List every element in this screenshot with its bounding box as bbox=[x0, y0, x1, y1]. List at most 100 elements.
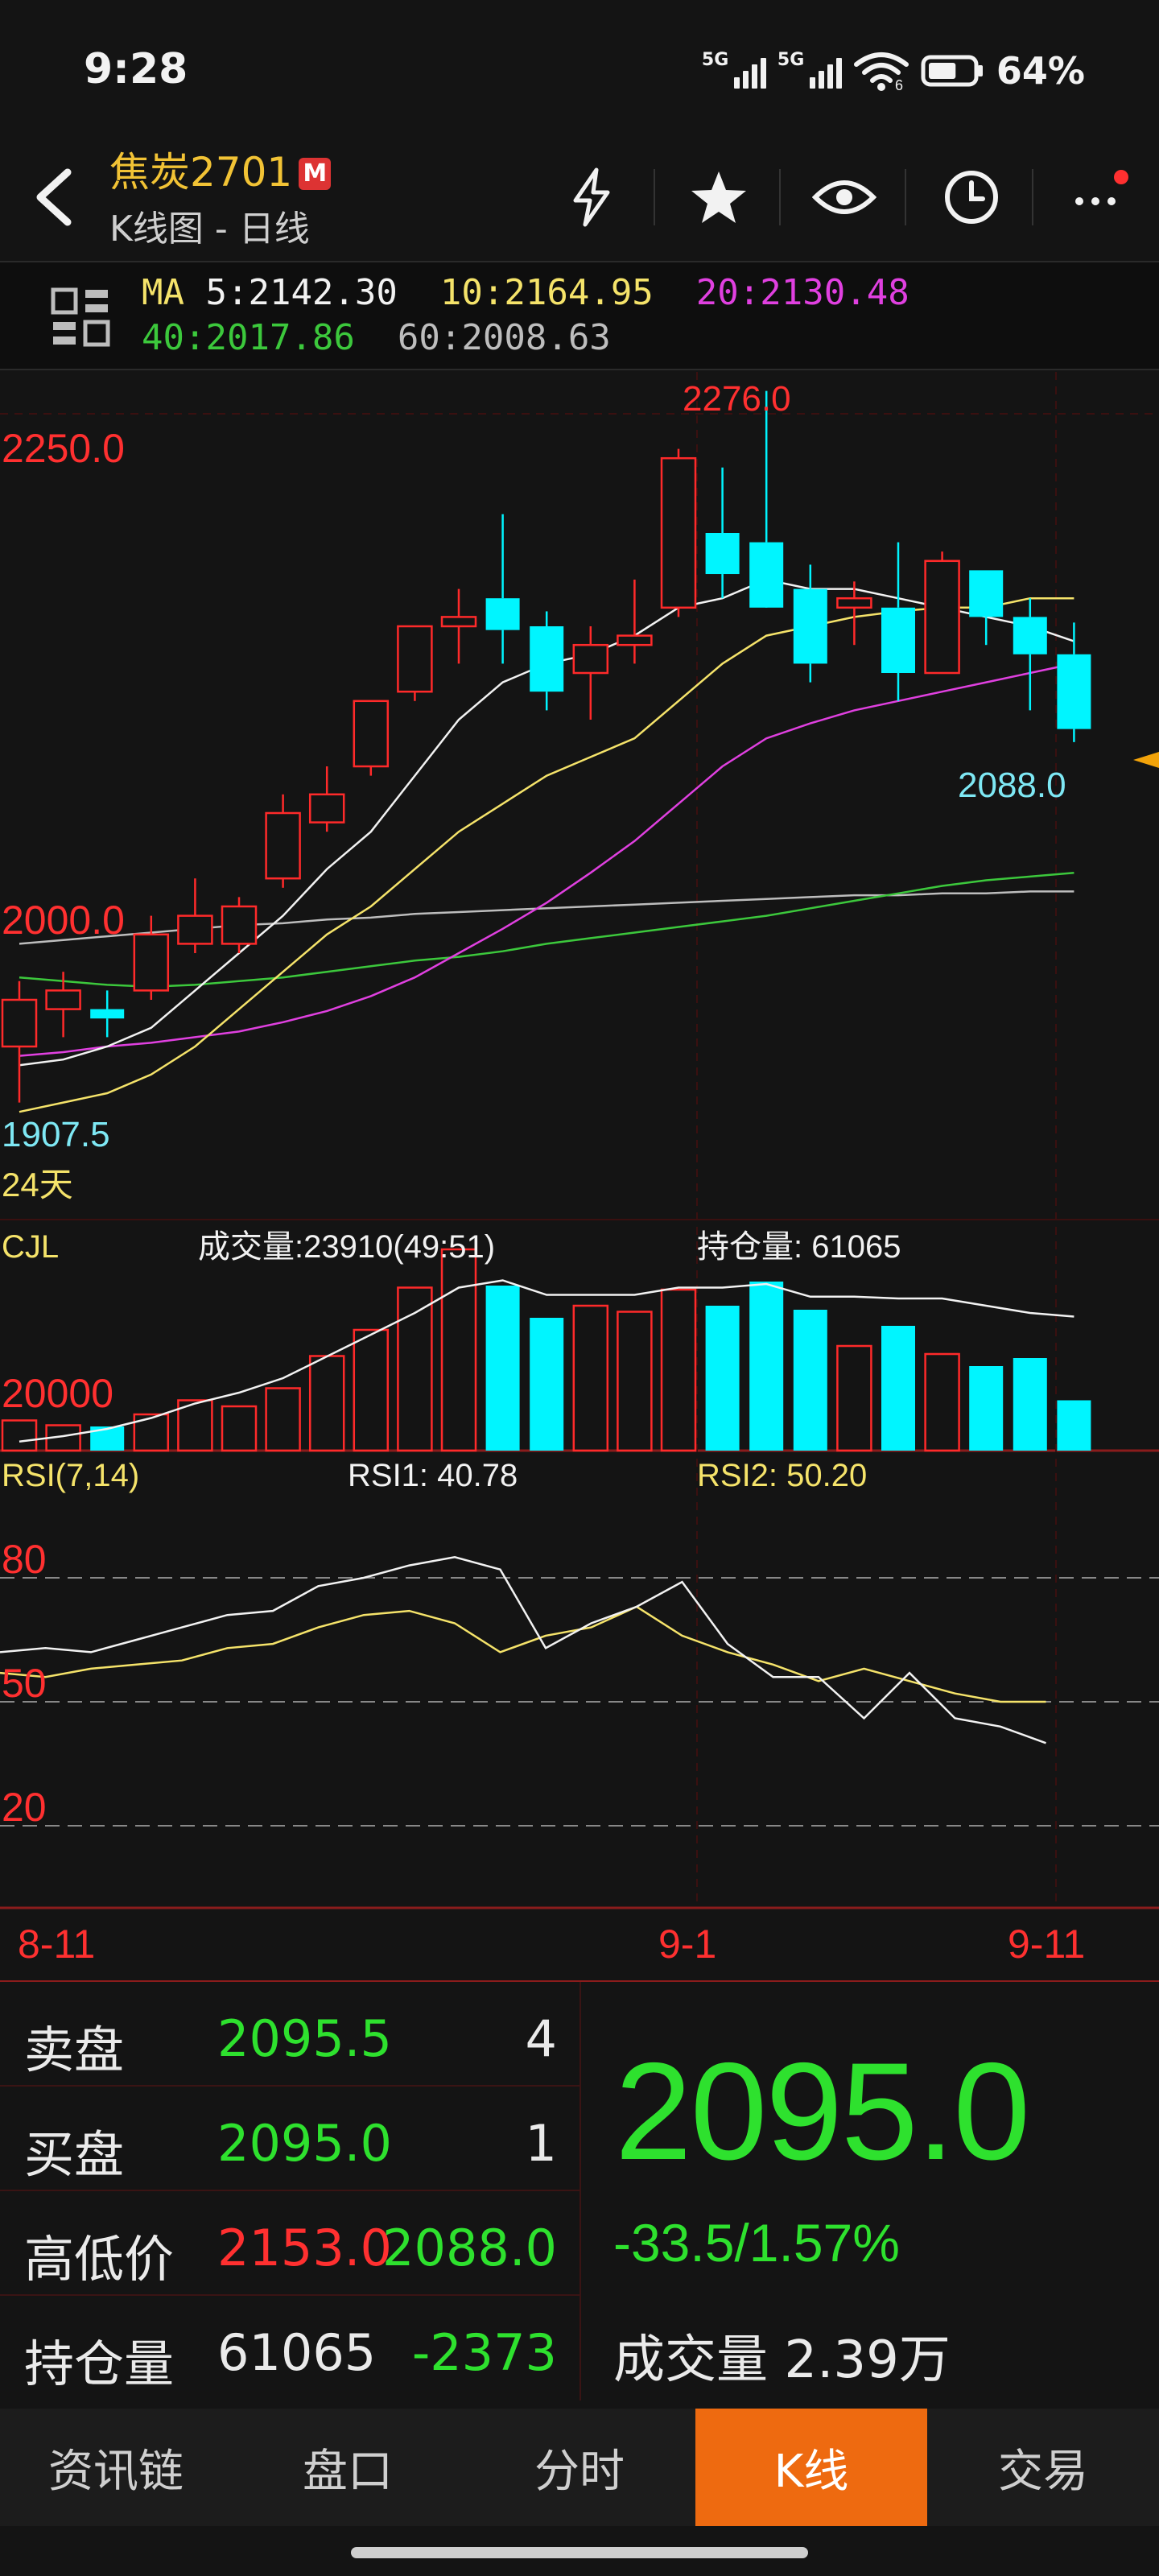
rsi-label: RSI(7,14) bbox=[2, 1458, 139, 1493]
candlestick bbox=[881, 542, 915, 701]
low-price-label: 2088.0 bbox=[958, 766, 1066, 805]
tab-kline[interactable]: K线 bbox=[695, 2409, 927, 2526]
tab-news-chain[interactable]: 资讯链 bbox=[0, 2409, 232, 2526]
volume-axis-label: 20000 bbox=[2, 1371, 113, 1416]
volume-bar-down bbox=[749, 1282, 784, 1451]
volume-bar-down bbox=[1013, 1358, 1047, 1451]
ma10-value: 10:2164.95 bbox=[439, 272, 654, 313]
candle-body-down bbox=[485, 598, 520, 630]
candlestick bbox=[749, 390, 784, 608]
volume-bar-up bbox=[660, 1288, 697, 1452]
candle-body-up bbox=[221, 905, 258, 945]
volume-bar-up bbox=[308, 1355, 345, 1452]
candle-body-up bbox=[572, 643, 609, 675]
volume-bar-up bbox=[221, 1405, 258, 1452]
rsi1-label: RSI1: 40.78 bbox=[348, 1458, 518, 1493]
high-price-label: 2276.0 bbox=[683, 379, 791, 419]
volume-bar-up bbox=[353, 1328, 390, 1452]
candle-body-down bbox=[90, 1009, 125, 1019]
volume-label: CJL bbox=[2, 1229, 59, 1265]
tab-order-book[interactable]: 盘口 bbox=[232, 2409, 464, 2526]
main-contract-badge: M bbox=[299, 158, 332, 190]
ma20-value: 20:2130.48 bbox=[695, 272, 909, 313]
eye-icon[interactable] bbox=[808, 161, 881, 233]
volume-bar-up bbox=[836, 1344, 872, 1452]
clock-icon[interactable] bbox=[935, 161, 1008, 233]
header-divider bbox=[905, 169, 906, 225]
volume-summary-label: 成交量 bbox=[613, 2330, 768, 2390]
rsi-level-50: 50 bbox=[2, 1661, 47, 1706]
back-icon[interactable] bbox=[23, 161, 87, 233]
current-price-marker bbox=[1133, 752, 1159, 768]
header-divider bbox=[1032, 169, 1033, 225]
candle-body-up bbox=[397, 625, 433, 693]
volume-bar-down bbox=[485, 1286, 520, 1451]
rsi-lines bbox=[0, 1556, 1046, 1744]
volume-bar-up bbox=[265, 1387, 301, 1452]
candlestick bbox=[924, 551, 960, 675]
candle-body-up bbox=[924, 559, 960, 675]
bottom-nav: 资讯链 盘口 分时 K线 交易 bbox=[0, 2409, 1159, 2526]
bid-price: 2095.0 bbox=[217, 2114, 392, 2173]
kline-chart-svg: 2250.0 2000.0 2276.0 2088.0 1907.5 24天 C… bbox=[0, 372, 1159, 1967]
candlesticks bbox=[1, 390, 1091, 1103]
moving-average-bar: MA 5:2142.30 10:2164.95 20:2130.48 40:20… bbox=[0, 261, 1159, 370]
indicator-grid-icon[interactable] bbox=[48, 285, 113, 349]
date-label-mid: 9-1 bbox=[658, 1922, 716, 1967]
ma-row-2: 40:2017.86 60:2008.63 bbox=[142, 317, 611, 358]
wifi-icon: 6 bbox=[853, 52, 909, 92]
candlestick bbox=[617, 580, 653, 664]
ma40-value: 40:2017.86 bbox=[142, 317, 355, 358]
ma20-line bbox=[19, 663, 1074, 1057]
open-interest-value: 61065 bbox=[217, 2323, 377, 2382]
header-divider bbox=[654, 169, 655, 225]
status-icons: 5G 5G 6 64% bbox=[702, 47, 1085, 95]
volume-bar-up bbox=[440, 1248, 477, 1452]
ask-label: 卖盘 bbox=[24, 2021, 125, 2079]
price-change: -33.5/1.57% bbox=[613, 2213, 900, 2273]
candlestick bbox=[177, 878, 213, 953]
volume-bar-down bbox=[969, 1366, 1004, 1451]
chart-subtitle: K线图 - 日线 bbox=[109, 208, 310, 250]
ma-label: MA bbox=[142, 272, 184, 313]
volume-bar-up bbox=[572, 1304, 609, 1452]
volume-bar-up bbox=[617, 1311, 653, 1452]
rsi2-label: RSI2: 50.20 bbox=[697, 1458, 867, 1493]
candle-body-up bbox=[836, 597, 872, 609]
status-bar: 9:28 5G 5G 6 64% bbox=[0, 0, 1159, 129]
candle-body-up bbox=[133, 933, 170, 992]
rsi-level-80: 80 bbox=[2, 1537, 47, 1582]
ma5-value: 5:2142.30 bbox=[205, 272, 398, 313]
signal-label-2: 5G bbox=[777, 50, 805, 70]
volume-bar-down bbox=[530, 1318, 564, 1451]
tab-trade[interactable]: 交易 bbox=[927, 2409, 1159, 2526]
volume-bars bbox=[1, 1248, 1091, 1452]
candle-body-down bbox=[969, 570, 1004, 617]
candlestick bbox=[793, 564, 827, 683]
ma-row-1: MA 5:2142.30 10:2164.95 20:2130.48 bbox=[142, 272, 909, 313]
header: 焦炭2701 M K线图 - 日线 bbox=[0, 129, 1159, 258]
wifi-badge: 6 bbox=[895, 77, 903, 92]
candlestick bbox=[353, 700, 390, 776]
candlestick bbox=[705, 467, 740, 599]
tab-intraday[interactable]: 分时 bbox=[464, 2409, 695, 2526]
candlestick bbox=[660, 448, 697, 617]
home-indicator[interactable] bbox=[351, 2547, 808, 2558]
rsi-level-20: 20 bbox=[2, 1785, 47, 1830]
candlestick bbox=[572, 626, 609, 720]
bid-quantity: 1 bbox=[525, 2114, 557, 2173]
star-icon[interactable] bbox=[683, 161, 755, 233]
bid-row: 买盘 2095.0 1 bbox=[0, 2087, 581, 2191]
volume-bar-up bbox=[133, 1413, 170, 1452]
cellular-signal-icon-2: 5G bbox=[777, 50, 842, 92]
candle-body-up bbox=[440, 616, 477, 628]
volume-bar-down bbox=[881, 1326, 915, 1451]
min-price-label: 1907.5 bbox=[2, 1115, 110, 1154]
lightning-icon[interactable] bbox=[555, 161, 628, 233]
more-icon[interactable] bbox=[1062, 161, 1135, 233]
candlestick bbox=[969, 570, 1004, 646]
open-interest-change: -2373 bbox=[411, 2323, 557, 2382]
kline-chart[interactable]: 2250.0 2000.0 2276.0 2088.0 1907.5 24天 C… bbox=[0, 372, 1159, 1980]
open-interest-row-label: 持仓量 bbox=[24, 2334, 175, 2393]
candlestick bbox=[440, 588, 477, 664]
